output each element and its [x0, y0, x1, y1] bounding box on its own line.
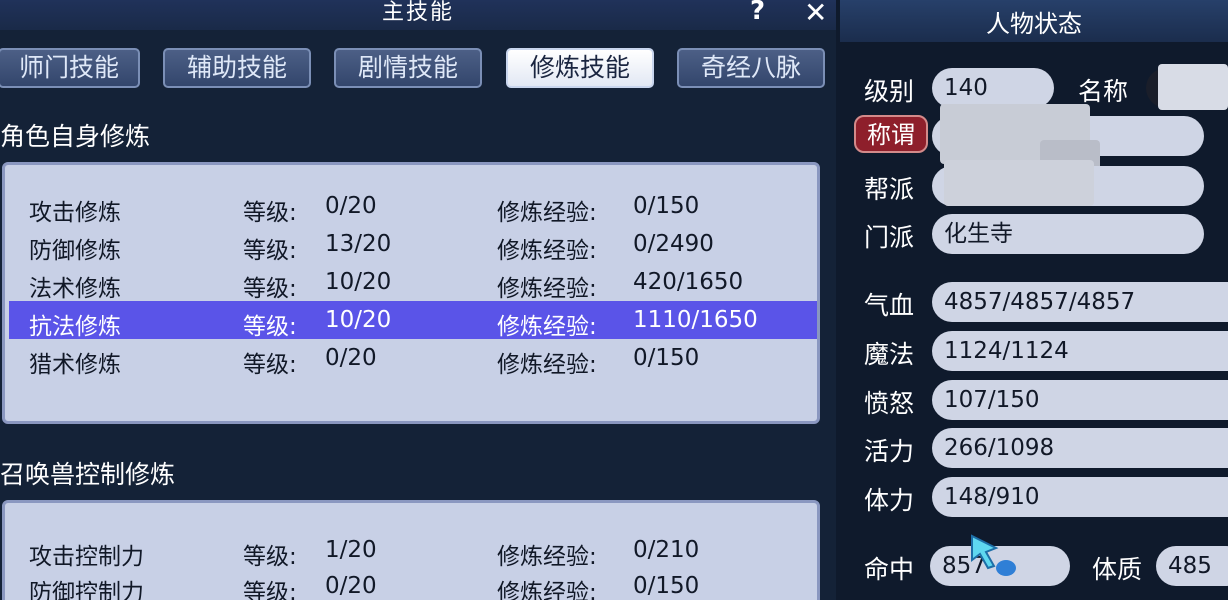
skill-window: 主技能 ? ✕ 师门技能 辅助技能 剧情技能 修炼技能 奇经八脉 角色自身修炼 …	[0, 0, 836, 600]
tab-story-skills[interactable]: 剧情技能	[334, 48, 482, 88]
level-label: 等级:	[243, 544, 297, 570]
title-badge-button[interactable]: 称谓	[854, 115, 928, 153]
row-name: 攻击控制力	[29, 544, 144, 570]
pet-row-defense-control[interactable]: 防御控制力 等级: 0/20 修炼经验: 0/150	[9, 567, 817, 600]
name-label: 名称	[1078, 77, 1129, 106]
skill-window-titlebar[interactable]: 主技能 ? ✕	[0, 0, 836, 30]
rage-label: 愤怒	[864, 389, 915, 418]
exp-label: 修炼经验:	[497, 352, 597, 378]
level-value: 10/20	[325, 269, 392, 295]
exp-label: 修炼经验:	[497, 544, 597, 570]
school-label: 门派	[864, 223, 915, 252]
level-value: 10/20	[325, 307, 392, 333]
cultivation-row-spell[interactable]: 法术修炼 等级: 10/20 修炼经验: 420/1650	[9, 263, 817, 302]
tab-school-skills[interactable]: 师门技能	[0, 48, 140, 88]
level-label: 等级:	[243, 580, 297, 600]
hp-label: 气血	[864, 291, 915, 320]
row-name: 猎术修炼	[29, 352, 121, 378]
row-name: 攻击修炼	[29, 200, 121, 226]
level-label: 等级:	[243, 352, 297, 378]
skill-window-title: 主技能	[381, 0, 454, 25]
level-value: 13/20	[325, 231, 392, 257]
cultivation-row-hunting[interactable]: 猎术修炼 等级: 0/20 修炼经验: 0/150	[9, 339, 817, 378]
constitution-label: 体质	[1092, 555, 1143, 584]
level-field: 140	[932, 68, 1054, 108]
exp-label: 修炼经验:	[497, 200, 597, 226]
self-cultivation-heading: 角色自身修炼	[0, 122, 151, 151]
level-label: 等级:	[243, 276, 297, 302]
row-name: 防御控制力	[29, 580, 144, 600]
exp-label: 修炼经验:	[497, 314, 597, 340]
exp-value: 1110/1650	[633, 307, 758, 333]
level-value: 0/20	[325, 345, 377, 371]
exp-value: 0/150	[633, 193, 700, 219]
guild-redaction	[944, 160, 1094, 206]
guild-label: 帮派	[864, 175, 915, 204]
row-name: 防御修炼	[29, 238, 121, 264]
level-label: 级别	[864, 77, 915, 106]
rage-field: 107/150	[932, 380, 1228, 420]
help-icon[interactable]: ?	[750, 0, 765, 26]
stamina-field: 148/910	[932, 477, 1228, 517]
cultivation-row-spell-resist[interactable]: 抗法修炼 等级: 10/20 修炼经验: 1110/1650	[9, 301, 817, 340]
stamina-label: 体力	[864, 486, 915, 515]
level-label: 等级:	[243, 314, 297, 340]
tab-support-skills[interactable]: 辅助技能	[163, 48, 311, 88]
row-name: 抗法修炼	[29, 314, 121, 340]
self-cultivation-panel: 攻击修炼 等级: 0/20 修炼经验: 0/150 防御修炼 等级: 13/20…	[2, 162, 820, 424]
level-value: 0/20	[325, 193, 377, 219]
school-field: 化生寺	[932, 214, 1204, 254]
vitality-label: 活力	[864, 437, 915, 466]
exp-label: 修炼经验:	[497, 238, 597, 264]
exp-value: 0/150	[633, 345, 700, 371]
mp-field: 1124/1124	[932, 331, 1228, 371]
level-label: 等级:	[243, 200, 297, 226]
pet-cultivation-panel: 攻击控制力 等级: 1/20 修炼经验: 0/210 防御控制力 等级: 0/2…	[2, 500, 820, 600]
vitality-field: 266/1098	[932, 428, 1228, 468]
level-value: 0/20	[325, 573, 377, 599]
hit-label: 命中	[864, 555, 915, 584]
cultivation-row-defense[interactable]: 防御修炼 等级: 13/20 修炼经验: 0/2490	[9, 225, 817, 264]
cursor-icon	[971, 534, 1016, 576]
hp-field: 4857/4857/4857	[932, 282, 1228, 322]
exp-label: 修炼经验:	[497, 276, 597, 302]
cultivation-row-attack[interactable]: 攻击修炼 等级: 0/20 修炼经验: 0/150	[9, 187, 817, 226]
pet-row-attack-control[interactable]: 攻击控制力 等级: 1/20 修炼经验: 0/210	[9, 531, 817, 570]
exp-value: 0/210	[633, 537, 700, 563]
exp-value: 0/2490	[633, 231, 714, 257]
exp-label: 修炼经验:	[497, 580, 597, 600]
level-label: 等级:	[243, 238, 297, 264]
row-name: 法术修炼	[29, 276, 121, 302]
tab-meridians[interactable]: 奇经八脉	[677, 48, 825, 88]
exp-value: 420/1650	[633, 269, 744, 295]
pet-cultivation-heading: 召唤兽控制修炼	[0, 460, 176, 489]
tab-cultivation-skills[interactable]: 修炼技能	[506, 48, 654, 88]
status-window-title: 人物状态	[986, 10, 1082, 38]
constitution-field: 485	[1156, 546, 1228, 586]
status-window: 人物状态 级别 140 名称 称谓 帮派 门派 化生寺 气血 4857/4857…	[840, 0, 1228, 600]
close-icon[interactable]: ✕	[804, 0, 827, 29]
name-redaction	[1158, 64, 1228, 110]
exp-value: 0/150	[633, 573, 700, 599]
level-value: 1/20	[325, 537, 377, 563]
mp-label: 魔法	[864, 340, 915, 369]
status-window-titlebar[interactable]: 人物状态	[840, 0, 1228, 42]
